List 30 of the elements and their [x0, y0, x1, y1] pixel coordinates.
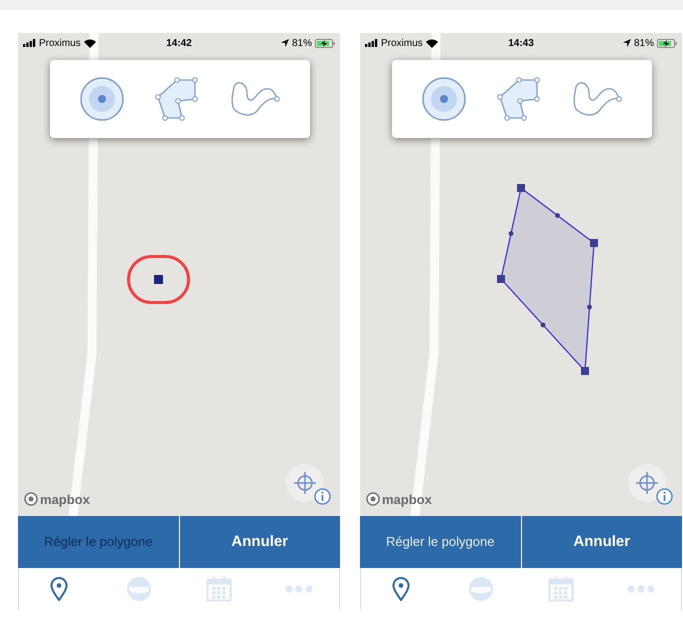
wifi-icon	[84, 38, 96, 48]
info-icon[interactable]	[314, 488, 331, 505]
polygon-icon[interactable]	[155, 77, 199, 121]
battery-percentage: 81%	[292, 36, 312, 50]
battery-percentage: 81%	[634, 36, 654, 50]
attribution-text: mapbox	[382, 492, 432, 506]
clock-time: 14:42	[166, 36, 192, 50]
wifi-icon	[426, 38, 438, 48]
target-circle-icon[interactable]	[421, 76, 467, 122]
battery-charging-icon	[314, 38, 335, 48]
point-marker[interactable]	[154, 275, 163, 284]
signal-icon	[365, 39, 378, 47]
polygon-icon[interactable]	[497, 77, 541, 121]
carrier-name: Proximus	[39, 36, 81, 50]
location-arrow-icon	[622, 39, 631, 47]
crosshair-icon	[635, 471, 659, 495]
mapbox-mark-icon	[366, 492, 380, 506]
crosshair-icon	[293, 471, 317, 495]
mapbox-mark-icon	[24, 492, 38, 506]
map-pin-icon[interactable]	[50, 577, 68, 601]
clock-time: 14:43	[508, 36, 534, 50]
info-icon[interactable]	[656, 488, 673, 505]
drawn-polygon[interactable]	[497, 184, 598, 375]
carrier-name: Proximus	[381, 36, 423, 50]
target-circle-icon[interactable]	[79, 76, 125, 122]
signal-icon	[23, 39, 36, 47]
location-arrow-icon	[280, 39, 289, 47]
map-pin-icon[interactable]	[392, 577, 410, 601]
battery-charging-icon	[656, 38, 677, 48]
attribution-text: mapbox	[40, 492, 90, 506]
